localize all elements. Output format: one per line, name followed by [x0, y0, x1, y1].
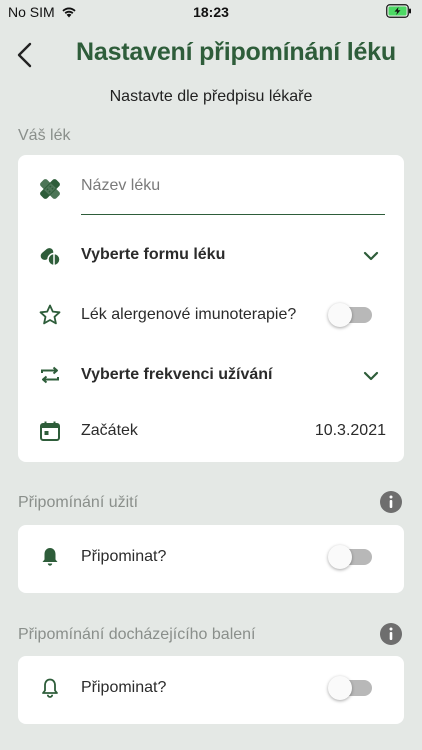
frequency-select[interactable]: Vyberte frekvenci užívání — [18, 355, 404, 395]
calendar-icon — [40, 421, 60, 441]
start-date-row[interactable]: Začátek 10.3.2021 — [18, 411, 404, 451]
chevron-left-icon — [17, 42, 32, 68]
intake-reminder-row: Připominat? — [18, 537, 404, 577]
header: Nastavení připomínání léku — [0, 28, 422, 82]
medicine-card: Vyberte formu léku Lék alergenové imunot… — [18, 155, 404, 462]
section-label-intake-reminder: Připomínání užití — [18, 494, 139, 511]
package-reminder-row: Připominat? — [18, 668, 404, 708]
section-label-medicine: Váš lék — [18, 127, 71, 144]
battery-charging-icon — [386, 4, 412, 21]
package-reminder-card: Připominat? — [18, 656, 404, 724]
allergen-label: Lék alergenové imunoterapie? — [81, 306, 297, 323]
package-reminder-label: Připominat? — [81, 679, 167, 696]
intake-reminder-card: Připominat? — [18, 525, 404, 593]
page-title: Nastavení připomínání léku — [76, 38, 396, 66]
start-date-label: Začátek — [81, 422, 138, 439]
intake-reminder-toggle[interactable] — [328, 545, 372, 569]
back-button[interactable] — [14, 40, 38, 70]
toggle-knob — [328, 676, 352, 700]
medicine-name-input[interactable] — [81, 171, 385, 215]
toggle-knob — [328, 545, 352, 569]
bell-outline-icon — [42, 678, 58, 698]
bell-icon — [42, 548, 58, 566]
info-icon[interactable] — [380, 491, 402, 513]
info-icon[interactable] — [380, 623, 402, 645]
repeat-icon — [41, 366, 59, 384]
medicine-form-select[interactable]: Vyberte formu léku — [18, 235, 404, 275]
toggle-knob — [328, 303, 352, 327]
bandage-icon — [40, 179, 60, 199]
allergen-row: Lék alergenové imunoterapie? — [18, 295, 404, 335]
chevron-down-icon — [363, 371, 379, 381]
chevron-down-icon — [363, 251, 379, 261]
frequency-label: Vyberte frekvenci užívání — [81, 366, 273, 383]
package-reminder-toggle[interactable] — [328, 676, 372, 700]
star-outline-icon — [39, 304, 61, 325]
pills-icon — [40, 248, 61, 267]
allergen-toggle[interactable] — [328, 303, 372, 327]
medicine-form-label: Vyberte formu léku — [81, 246, 226, 263]
start-date-value: 10.3.2021 — [314, 422, 386, 439]
status-time: 18:23 — [193, 4, 229, 20]
status-bar: No SIM 18:23 — [0, 0, 422, 24]
subtitle: Nastavte dle předpisu lékaře — [109, 88, 313, 105]
medicine-name-row — [18, 155, 404, 225]
intake-reminder-label: Připominat? — [81, 548, 167, 565]
section-label-package-reminder: Připomínání docházejícího balení — [18, 626, 256, 643]
